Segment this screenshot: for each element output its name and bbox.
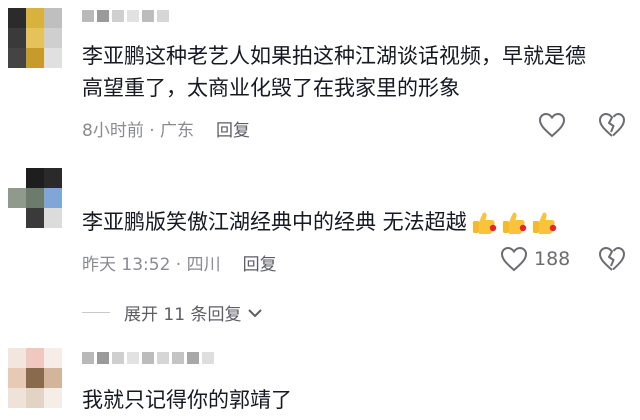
thumbs-up-icon [501, 210, 527, 236]
thumbs-up-icon [471, 210, 497, 236]
comment-text-line: 李亚鹏版笑傲江湖经典中的经典 无法超越 [82, 210, 467, 234]
expand-replies-label: 展开 11 条回复 [124, 305, 242, 325]
username[interactable] [82, 352, 214, 364]
comment-text-line: 李亚鹏这种老艺人如果拍这种江湖谈话视频，早就是德 [82, 44, 586, 68]
expand-replies-button[interactable]: 展开 11 条回复 [82, 300, 263, 325]
dislike-button[interactable] [598, 112, 626, 142]
like-button[interactable] [538, 112, 566, 138]
reply-button[interactable]: 回复 [216, 116, 250, 141]
divider [82, 312, 110, 313]
reply-button[interactable]: 回复 [243, 250, 277, 275]
comment-text: 李亚鹏这种老艺人如果拍这种江湖谈话视频，早就是德 高望重了，太商业化毁了在我家里… [82, 40, 586, 104]
timestamp-location: 昨天 13:52 · 四川 [82, 255, 221, 275]
avatar[interactable] [8, 168, 62, 228]
thumbs-up-icon [531, 210, 557, 236]
dislike-button[interactable] [598, 246, 626, 276]
comment-text: 我就只记得你的郭靖了 [82, 384, 292, 416]
avatar[interactable] [8, 348, 62, 408]
like-button[interactable]: 188 [500, 246, 570, 272]
heart-icon [500, 246, 528, 272]
broken-heart-icon [599, 112, 626, 137]
comment-meta: 昨天 13:52 · 四川 回复 [82, 250, 277, 275]
like-count: 188 [534, 248, 571, 270]
comment-text-line: 我就只记得你的郭靖了 [82, 388, 292, 412]
heart-icon [538, 112, 566, 138]
comment-text-line: 高望重了，太商业化毁了在我家里的形象 [82, 76, 460, 100]
username[interactable] [82, 10, 169, 22]
timestamp-location: 8小时前 · 广东 [82, 121, 195, 141]
comment-meta: 8小时前 · 广东 回复 [82, 116, 250, 141]
avatar[interactable] [8, 8, 62, 68]
broken-heart-icon [599, 246, 626, 271]
comment-text: 李亚鹏版笑傲江湖经典中的经典 无法超越 [82, 206, 557, 238]
chevron-down-icon [248, 308, 263, 317]
